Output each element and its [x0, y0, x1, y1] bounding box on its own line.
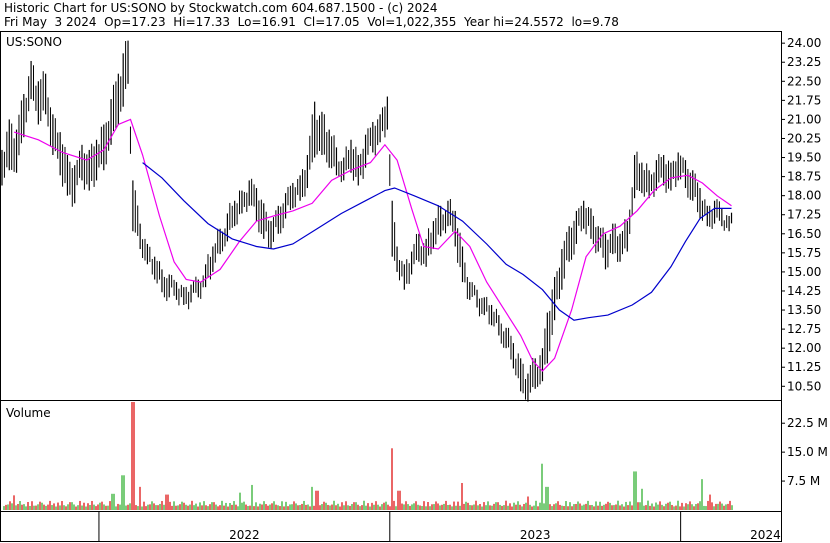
price-tick-label: 15.00: [787, 265, 821, 279]
price-tick-label: 22.50: [787, 74, 821, 88]
price-tick-label: 14.25: [787, 284, 821, 298]
volume-tick-label: 22.5 M: [787, 416, 828, 430]
price-tick-label: 12.75: [787, 322, 821, 336]
year-label: 2022: [229, 528, 260, 542]
ma-short-line: [13, 118, 732, 372]
year-label: 2024: [750, 528, 781, 542]
price-tick-label: 24.00: [787, 36, 821, 50]
volume-panel-frame: [0, 400, 782, 512]
price-tick-label: 21.75: [787, 93, 821, 107]
price-tick-label: 20.25: [787, 131, 821, 145]
price-tick-label: 15.75: [787, 246, 821, 260]
price-tick-label: 23.25: [787, 55, 821, 69]
price-tick-label: 13.50: [787, 303, 821, 317]
ma-long-line: [142, 162, 732, 321]
date-axis-frame: [0, 511, 782, 542]
stock-chart: US:SONO Volume 24.00 23.25 22.50 21.75 21.00…: [0, 31, 828, 542]
price-tick-label: 18.00: [787, 189, 821, 203]
volume-tick-label: 7.5 M: [787, 474, 820, 488]
price-tick-label: 19.50: [787, 151, 821, 165]
price-tick-label: 11.25: [787, 360, 821, 374]
volume-tick-label: 15.0 M: [787, 445, 828, 459]
price-tick-label: 10.50: [787, 379, 821, 393]
price-tick-label: 17.25: [787, 208, 821, 222]
price-tick-label: 21.00: [787, 112, 821, 126]
price-tick-label: 16.50: [787, 227, 821, 241]
volume-panel-title: Volume: [6, 406, 51, 420]
price-tick-label: 18.75: [787, 170, 821, 184]
year-label: 2023: [520, 528, 551, 542]
price-panel-frame: [0, 31, 782, 401]
price-panel-title: US:SONO: [6, 35, 62, 49]
price-tick-label: 12.00: [787, 341, 821, 355]
